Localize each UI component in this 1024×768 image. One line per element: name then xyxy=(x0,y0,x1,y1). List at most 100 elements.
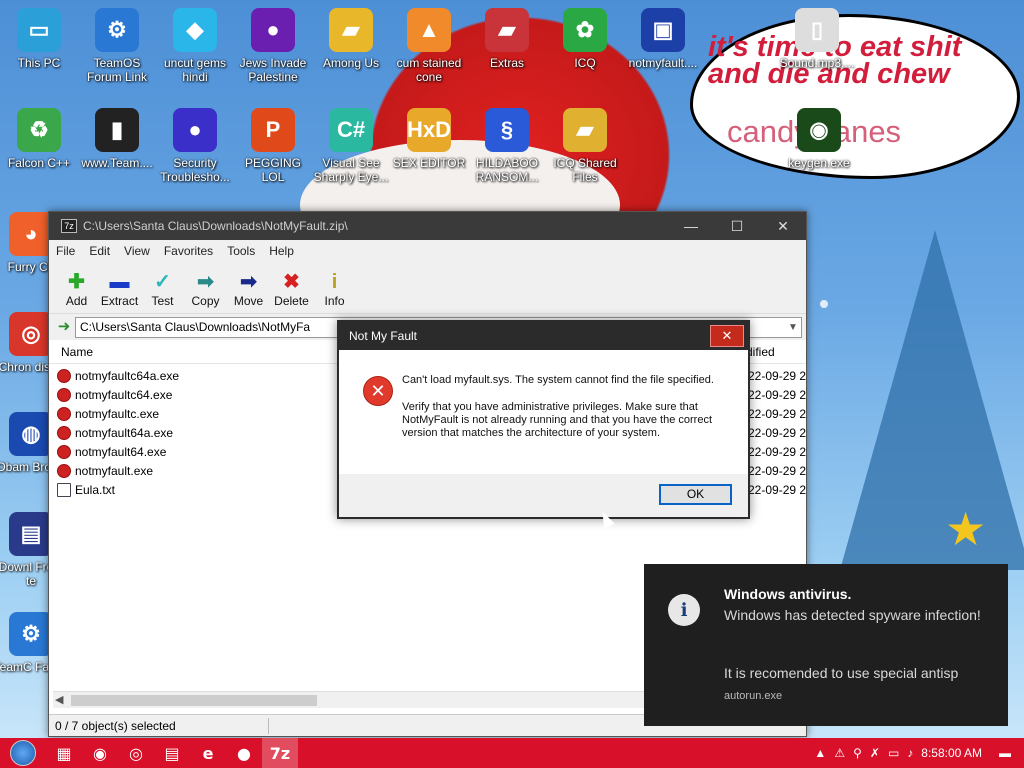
dialog-close-button[interactable]: ✕ xyxy=(710,325,744,347)
file-modified: 22-09-29 2 xyxy=(748,368,806,383)
check-icon: ✓ xyxy=(154,271,171,293)
taskbar-task-view-button[interactable]: ▦ xyxy=(46,738,82,768)
dialog-message: Can't load myfault.sys. The system canno… xyxy=(402,374,737,440)
toolbar-test-button[interactable]: ✓ Test xyxy=(141,270,184,313)
desktop-icon-label: Sound.mp3.... xyxy=(779,56,855,70)
desktop-icon[interactable]: ▣ notmyfault.... xyxy=(624,8,702,70)
chrome-icon: ◎ xyxy=(9,312,53,356)
text-file-icon xyxy=(57,482,71,497)
desktop-icon[interactable]: ▭ This PC xyxy=(0,8,78,70)
menu-edit[interactable]: Edit xyxy=(82,244,117,258)
desktop-icon-label: Among Us xyxy=(322,56,380,70)
action-center-icon[interactable]: ▬ xyxy=(990,746,1020,760)
error-dialog[interactable]: Not My Fault ✕ ✕ Can't load myfault.sys.… xyxy=(337,320,750,519)
warning-icon[interactable]: ⚠ xyxy=(834,746,845,760)
menu-tools[interactable]: Tools xyxy=(220,244,262,258)
toolbar-label: Add xyxy=(65,294,88,308)
desktop-icon[interactable]: HxD SEX EDITOR xyxy=(390,108,468,170)
horizontal-scrollbar[interactable]: ◀ xyxy=(53,691,645,708)
toolbar-copy-button[interactable]: ➡ Copy xyxy=(184,270,227,313)
column-header-modified[interactable]: dified xyxy=(746,345,806,359)
ok-button[interactable]: OK xyxy=(659,484,732,505)
file-icon: ▯ xyxy=(795,8,839,52)
desktop-icon[interactable]: ▰ Among Us xyxy=(312,8,390,70)
start-button[interactable] xyxy=(0,738,46,768)
orb-icon: ● xyxy=(173,108,217,152)
security-icon[interactable]: ✗ xyxy=(870,746,880,760)
taskbar-chrome-button[interactable]: ◎ xyxy=(118,738,154,768)
menu-view[interactable]: View xyxy=(117,244,157,258)
volume-icon[interactable]: ♪ xyxy=(907,746,913,760)
desktop-icon[interactable]: P PEGGING LOL xyxy=(234,108,312,184)
up-folder-icon[interactable]: ➜ xyxy=(53,317,75,337)
scrollbar-thumb[interactable] xyxy=(71,695,317,706)
recycle-icon: ♻ xyxy=(17,108,61,152)
system-tray: ▲ ⚠ ⚲ ✗ ▭ ♪ 8:58:00 AM ▬ xyxy=(810,738,1024,768)
toolbar-label: Extract xyxy=(100,294,139,308)
desktop-icon[interactable]: ✿ ICQ xyxy=(546,8,624,70)
toast-notification[interactable]: ℹ Windows antivirus. Windows has detecte… xyxy=(644,564,1008,726)
menu-help[interactable]: Help xyxy=(262,244,301,258)
desktop-icon-label: SEX EDITOR xyxy=(392,156,466,170)
taskbar-notmyfault-button[interactable]: ● xyxy=(226,738,262,768)
toolbar-move-button[interactable]: ➡ Move xyxy=(227,270,270,313)
desktop-icon[interactable]: ▰ Extras xyxy=(468,8,546,70)
network-icon[interactable]: ▭ xyxy=(888,746,899,760)
window-titlebar[interactable]: 7z C:\Users\Santa Claus\Downloads\NotMyF… xyxy=(49,212,806,240)
christmas-tree-wallpaper xyxy=(840,230,1024,570)
minimize-button[interactable]: — xyxy=(668,212,714,240)
toolbar: ✚ Add ▬ Extract ✓ Test ➡ Copy ➡ Move ✖ Delete i Info xyxy=(49,262,806,314)
desktop-icon[interactable]: ◉ keygen.exe xyxy=(780,108,858,170)
toolbar-delete-button[interactable]: ✖ Delete xyxy=(270,270,313,313)
move-arrow-icon: ➡ xyxy=(240,271,257,293)
dialog-titlebar[interactable]: Not My Fault ✕ xyxy=(339,322,748,350)
taskbar-firefox-button[interactable]: ◉ xyxy=(82,738,118,768)
taskbar-internet-explorer-button[interactable]: e xyxy=(190,738,226,768)
desktop-icon[interactable]: § HILDABOO RANSOM... xyxy=(468,108,546,184)
desktop-icon-label: PEGGING LOL xyxy=(244,156,301,184)
exe-file-icon xyxy=(57,425,71,440)
toolbar-info-button[interactable]: i Info xyxy=(313,270,356,313)
desktop-icon[interactable]: ▰ ICQ Shared Files xyxy=(546,108,624,184)
chevron-down-icon[interactable]: ▼ xyxy=(785,322,801,333)
desktop-icon[interactable]: ⚙ TeamOS Forum Link xyxy=(78,8,156,84)
file-name: notmyfaultc.exe xyxy=(75,406,160,421)
taskbar-file-explorer-button[interactable]: ▤ xyxy=(154,738,190,768)
orb-icon: ● xyxy=(251,8,295,52)
file-name: notmyfaultc64a.exe xyxy=(75,368,180,383)
book-icon: ▮ xyxy=(95,108,139,152)
taskbar-7zip-button[interactable]: 7z xyxy=(262,738,298,768)
file-modified: 22-09-29 2 xyxy=(748,387,806,402)
menu-file[interactable]: File xyxy=(49,244,82,258)
menu-favorites[interactable]: Favorites xyxy=(157,244,220,258)
windows-orb-icon xyxy=(10,740,36,766)
desktop-icon[interactable]: ♻ Falcon C++ xyxy=(0,108,78,170)
firefox-icon: ◕ xyxy=(9,212,53,256)
file-explorer-icon: ▤ xyxy=(164,743,180,763)
desktop-icon[interactable]: ▯ Sound.mp3.... xyxy=(778,8,856,70)
desktop-icon[interactable]: ● Security Troublesho... xyxy=(156,108,234,184)
desktop-icon-label: keygen.exe xyxy=(788,156,850,170)
eye-icon: ◉ xyxy=(797,108,841,152)
toast-title: Windows antivirus. xyxy=(724,586,852,602)
close-button[interactable]: ✕ xyxy=(760,212,806,240)
maximize-button[interactable]: ☐ xyxy=(714,212,760,240)
desktop-icon[interactable]: ● Jews Invade Palestine xyxy=(234,8,312,84)
search-icon[interactable]: ⚲ xyxy=(853,746,862,760)
desktop-icon-label: This PC xyxy=(17,56,61,70)
csharp-icon: C# xyxy=(329,108,373,152)
toast-source: autorun.exe xyxy=(724,690,783,702)
file-name: notmyfault64a.exe xyxy=(75,425,174,440)
desktop-icon[interactable]: ◆ uncut gems hindi xyxy=(156,8,234,84)
show-hidden-icons-icon[interactable]: ▲ xyxy=(814,746,826,760)
desktop-icon[interactable]: ▲ cum stained cone xyxy=(390,8,468,84)
scroll-left-icon[interactable]: ◀ xyxy=(55,693,63,706)
desktop-icon[interactable]: ▮ www.Team.... xyxy=(78,108,156,170)
toolbar-add-button[interactable]: ✚ Add xyxy=(55,270,98,313)
toolbar-extract-button[interactable]: ▬ Extract xyxy=(98,270,141,313)
desktop-icon[interactable]: C# Visual See Sharply Eye... xyxy=(312,108,390,184)
antivirus-icon: ℹ xyxy=(668,594,700,626)
column-header-name[interactable]: Name xyxy=(61,345,93,359)
clock[interactable]: 8:58:00 AM xyxy=(921,746,982,760)
gem-icon: ◆ xyxy=(173,8,217,52)
